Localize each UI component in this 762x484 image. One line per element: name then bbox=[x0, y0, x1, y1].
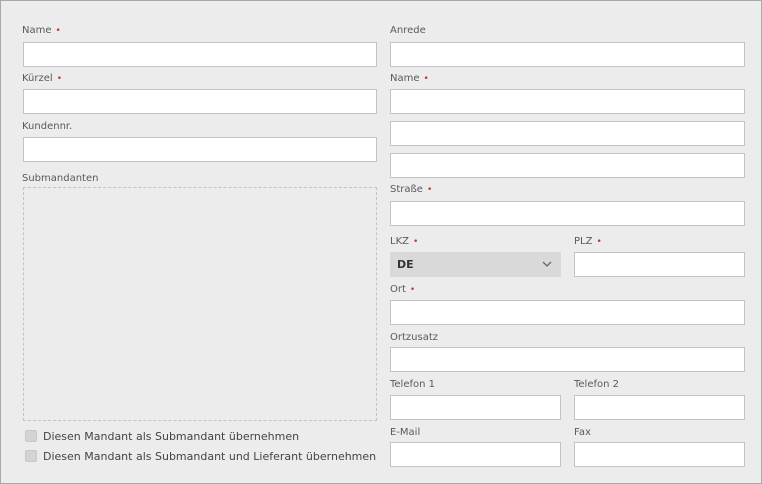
email-label: E-Mail bbox=[390, 427, 421, 438]
name-line2-input[interactable] bbox=[390, 121, 745, 146]
required-marker: • bbox=[55, 26, 61, 36]
anrede-input[interactable] bbox=[390, 42, 745, 67]
kundennr-input[interactable] bbox=[23, 137, 377, 162]
required-marker: • bbox=[426, 185, 433, 195]
ort-input[interactable] bbox=[390, 300, 745, 325]
name2-label: Name • bbox=[390, 73, 429, 84]
submandant-lieferant-checkbox-label: Diesen Mandant als Submandant und Liefer… bbox=[43, 449, 377, 463]
chevron-down-icon bbox=[542, 261, 552, 267]
name-label: Name • bbox=[22, 25, 61, 36]
submandant-checkbox-row[interactable]: Diesen Mandant als Submandant übernehmen bbox=[25, 429, 299, 443]
fax-label: Fax bbox=[574, 427, 591, 438]
submandant-checkbox-label: Diesen Mandant als Submandant übernehmen bbox=[43, 429, 300, 443]
strasse-input[interactable] bbox=[390, 201, 745, 226]
telefon2-input[interactable] bbox=[574, 395, 745, 420]
name-line3-input[interactable] bbox=[390, 153, 745, 178]
anrede-label: Anrede bbox=[390, 25, 426, 36]
submandant-checkbox[interactable] bbox=[25, 430, 37, 442]
required-marker: • bbox=[596, 237, 602, 247]
telefon1-label: Telefon 1 bbox=[390, 379, 436, 390]
required-marker: • bbox=[412, 237, 419, 247]
form-panel: Name • Kürzel • Kundennr. Submandanten Die… bbox=[0, 0, 762, 484]
kuerzel-input[interactable] bbox=[23, 89, 377, 114]
lkz-value: DE bbox=[397, 258, 414, 271]
strasse-label: Straße • bbox=[390, 184, 433, 195]
plz-label: PLZ • bbox=[574, 236, 602, 247]
lkz-label: LKZ • bbox=[390, 236, 419, 247]
name-line1-input[interactable] bbox=[390, 89, 745, 114]
required-marker: • bbox=[56, 74, 63, 84]
submandanten-label: Submandanten bbox=[22, 173, 99, 184]
submandant-lieferant-checkbox-row[interactable]: Diesen Mandant als Submandant und Liefer… bbox=[25, 449, 376, 463]
email-input[interactable] bbox=[390, 442, 561, 467]
ortzusatz-input[interactable] bbox=[390, 347, 745, 372]
required-marker: • bbox=[409, 285, 416, 295]
kuerzel-label: Kürzel • bbox=[22, 73, 63, 84]
fax-input[interactable] bbox=[574, 442, 745, 467]
plz-input[interactable] bbox=[574, 252, 745, 277]
submandanten-list[interactable] bbox=[23, 187, 377, 421]
ortzusatz-label: Ortzusatz bbox=[390, 332, 438, 343]
lkz-select[interactable]: DE bbox=[390, 252, 561, 277]
ort-label: Ort • bbox=[390, 284, 416, 295]
telefon1-input[interactable] bbox=[390, 395, 561, 420]
required-marker: • bbox=[423, 74, 429, 84]
name-input[interactable] bbox=[23, 42, 377, 67]
kundennr-label: Kundennr. bbox=[22, 121, 73, 132]
submandant-lieferant-checkbox[interactable] bbox=[25, 450, 37, 462]
telefon2-label: Telefon 2 bbox=[574, 379, 620, 390]
